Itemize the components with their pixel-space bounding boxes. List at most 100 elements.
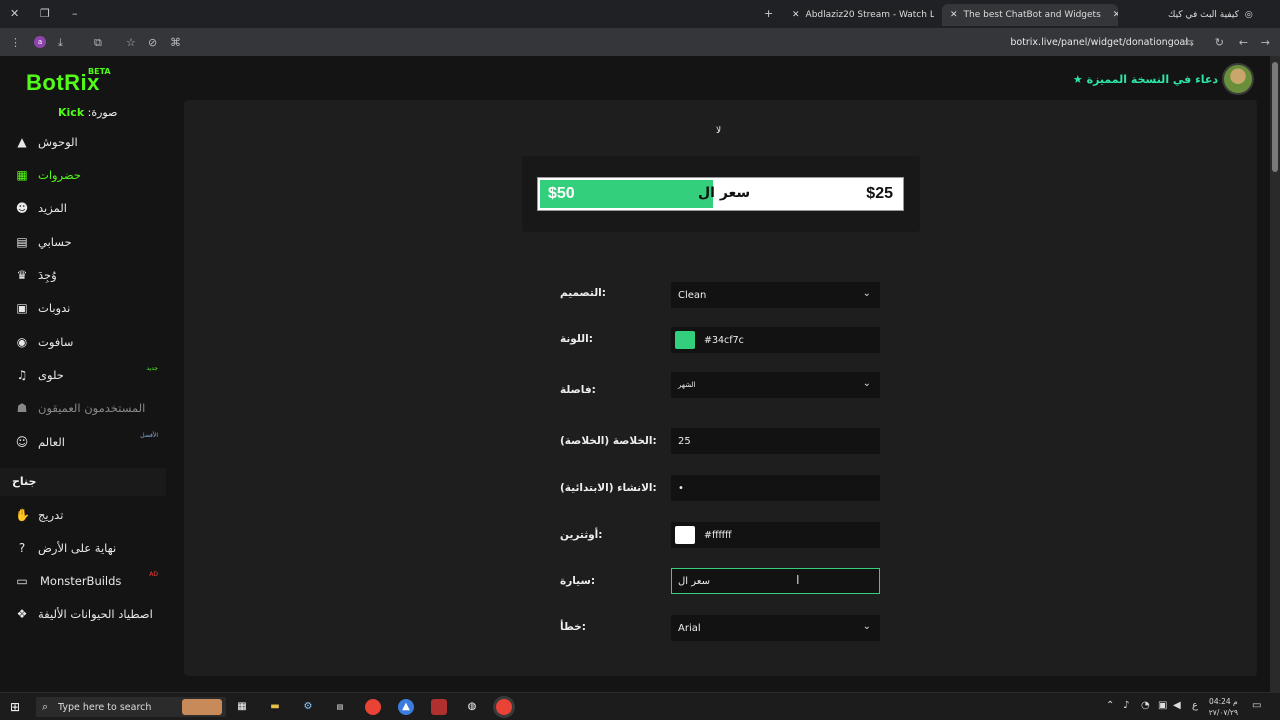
- ad-badge: AD: [149, 571, 158, 578]
- goal-title: سعر ال: [698, 185, 751, 201]
- translate-icon[interactable]: ⌘: [170, 36, 181, 49]
- sidebar-section-item-2[interactable]: ▭ MonsterBuilds AD: [0, 566, 166, 596]
- sidebar-item-8[interactable]: ☗ المستخدمون العميقون: [0, 393, 166, 423]
- sidebar-item-9[interactable]: ☺ العالم الأفضل: [0, 427, 166, 457]
- botrix-favicon-icon: [1103, 12, 1110, 18]
- obs-icon[interactable]: ◍: [464, 699, 480, 715]
- design-select[interactable]: Clean ⌄: [671, 282, 880, 308]
- chrome-active-icon[interactable]: [496, 699, 512, 715]
- calendar-icon: ▣: [16, 301, 28, 315]
- download-icon[interactable]: ⤓: [58, 36, 63, 50]
- reload-icon[interactable]: ↻: [1215, 36, 1224, 49]
- tab-botrix[interactable]: ✕ The best ChatBot and Widgets ✕: [942, 4, 1118, 26]
- sidebar-item-2[interactable]: ☻ المزيد: [0, 193, 166, 223]
- grid-icon: ▦: [16, 168, 28, 182]
- color-swatch[interactable]: [675, 526, 695, 544]
- warning-icon: ▲: [17, 135, 27, 149]
- title-input[interactable]: سعر ال I: [671, 568, 880, 594]
- new-badge: جديد: [146, 365, 158, 372]
- separator-label: فاصلة:: [560, 384, 596, 396]
- language-indicator[interactable]: ع: [1192, 700, 1198, 711]
- sidebar-item-3[interactable]: ▤ حسابي: [0, 227, 166, 257]
- sidebar-item-6[interactable]: ◉ سافوت: [0, 327, 166, 357]
- notification-icon[interactable]: ▭: [1252, 700, 1261, 711]
- forward-icon[interactable]: →: [1261, 36, 1270, 49]
- close-window-icon[interactable]: ✕: [10, 7, 19, 20]
- user-avatar[interactable]: [1222, 63, 1254, 95]
- settings-icon[interactable]: ⚙: [300, 699, 316, 715]
- chevron-down-icon: ⌄: [862, 378, 871, 389]
- back-icon[interactable]: ←: [1239, 36, 1248, 49]
- scrollbar-thumb[interactable]: [1272, 62, 1278, 172]
- tab-close-icon[interactable]: ✕: [950, 10, 958, 20]
- sidebar-section-item-0[interactable]: ✋ تدريج: [0, 500, 166, 530]
- restore-window-icon[interactable]: ❐: [40, 7, 50, 20]
- sidebar-item-label: حلوى: [38, 368, 64, 382]
- help-icon: ?: [18, 541, 26, 555]
- app-icon[interactable]: ▤: [332, 699, 348, 715]
- font-value: Arial: [678, 623, 701, 634]
- sidebar-item-1[interactable]: ▦ حضروات: [0, 160, 166, 190]
- new-tab-icon[interactable]: +: [764, 7, 773, 20]
- windows-taskbar: ⊞ ⌕ Type here to search ▦ ▬ ⚙ ▤ ▲ ◍ ⌃ ♪ …: [0, 692, 1280, 720]
- sidebar-section-header: جناح: [0, 468, 166, 496]
- url-text[interactable]: botrix.live/panel/widget/donationgoal: [1010, 37, 1188, 48]
- robot-icon: ☻: [15, 201, 29, 215]
- windows-start-icon[interactable]: ⊞: [10, 700, 20, 714]
- chrome-icon[interactable]: [365, 699, 381, 715]
- text-color-picker[interactable]: #ffffff: [671, 522, 880, 548]
- sidebar-item-7[interactable]: ♫ حلوى جديد: [0, 360, 166, 390]
- sidebar-item-4[interactable]: ♛ وُجِدَ: [0, 260, 166, 290]
- wifi-icon[interactable]: ◔: [1141, 700, 1150, 711]
- font-select[interactable]: Arial ⌄: [671, 615, 880, 641]
- search-highlight-icon[interactable]: [182, 699, 222, 715]
- separator-select[interactable]: الشهر ⌄: [671, 372, 880, 398]
- tune-icon[interactable]: ⇆: [1185, 36, 1194, 49]
- browser-tab-strip: ✕ ❐ – + ✕ Abdlaziz20 Stream - Watch Live…: [0, 0, 1280, 28]
- media-app-icon[interactable]: [431, 699, 447, 715]
- premium-announcement[interactable]: دعاء في النسخة المميزة ★: [1073, 73, 1218, 86]
- profile-avatar[interactable]: a: [34, 36, 46, 48]
- volume-icon[interactable]: ◀: [1173, 700, 1181, 711]
- goal-amount-label: الخلاصة (الخلاصة):: [560, 435, 657, 447]
- store-icon[interactable]: ▲: [398, 699, 414, 715]
- color-swatch[interactable]: [675, 331, 695, 349]
- tab-close-icon[interactable]: ✕: [1113, 10, 1118, 20]
- globe-icon: ◎: [1244, 10, 1253, 20]
- eye-off-icon[interactable]: ⊘: [148, 36, 157, 49]
- tab-kick-guide[interactable]: كيفية البث في كيك ◎: [1160, 4, 1260, 26]
- sidebar-section-item-3[interactable]: ❖ اصطياد الحيوانات الأليفة: [0, 599, 166, 629]
- beta-badge: BETA: [88, 67, 111, 76]
- menu-dots-icon[interactable]: ⋮: [10, 36, 21, 49]
- chevron-down-icon: ⌄: [862, 288, 871, 299]
- text-color-value: #ffffff: [704, 530, 732, 541]
- start-amount-input[interactable]: •: [671, 475, 880, 501]
- page-scrollbar[interactable]: [1270, 56, 1280, 692]
- bar-color-picker[interactable]: #34cf7c: [671, 327, 880, 353]
- microphone-icon[interactable]: ♪: [1123, 700, 1129, 711]
- gamepad-icon: ◉: [16, 335, 28, 349]
- taskbar-clock[interactable]: 04:24 م ٢٧/٠٧/٢٩: [1209, 696, 1238, 718]
- sidebar-item-label: تدريج: [38, 508, 64, 522]
- widget-settings-panel: لا $50 سعر ال $25 التصميم: Clean ⌄ اللون…: [184, 100, 1257, 676]
- bookmark-star-icon[interactable]: ☆: [126, 36, 136, 49]
- clock-time: 04:24 م: [1209, 697, 1238, 706]
- best-badge: الأفضل: [140, 432, 158, 439]
- goal-target-amount: $50: [548, 185, 575, 202]
- tab-stream[interactable]: ✕ Abdlaziz20 Stream - Watch Live: [784, 4, 934, 26]
- minimize-window-icon[interactable]: –: [72, 7, 78, 20]
- sidebar-item-label: حسابي: [38, 235, 72, 249]
- tab-close-icon[interactable]: ✕: [792, 10, 800, 20]
- tray-chevron-icon[interactable]: ⌃: [1106, 700, 1114, 711]
- network-icon[interactable]: ▣: [1158, 700, 1167, 711]
- sidebar-section-item-1[interactable]: ? نهاية على الأرض: [0, 533, 166, 563]
- task-view-icon[interactable]: ▦: [234, 699, 250, 715]
- sidebar-item-5[interactable]: ▣ ندوبات: [0, 293, 166, 323]
- start-amount-label: الانشاء (الابتدائية):: [560, 482, 657, 494]
- start-amount-value: •: [678, 483, 684, 494]
- extensions-icon[interactable]: ⧉: [94, 36, 102, 50]
- file-explorer-icon[interactable]: ▬: [267, 699, 283, 715]
- goal-amount-input[interactable]: 25: [671, 428, 880, 454]
- sidebar-item-0[interactable]: ▲ الوحوش: [0, 127, 166, 157]
- kick-platform-line: صورة: Kick: [58, 106, 117, 119]
